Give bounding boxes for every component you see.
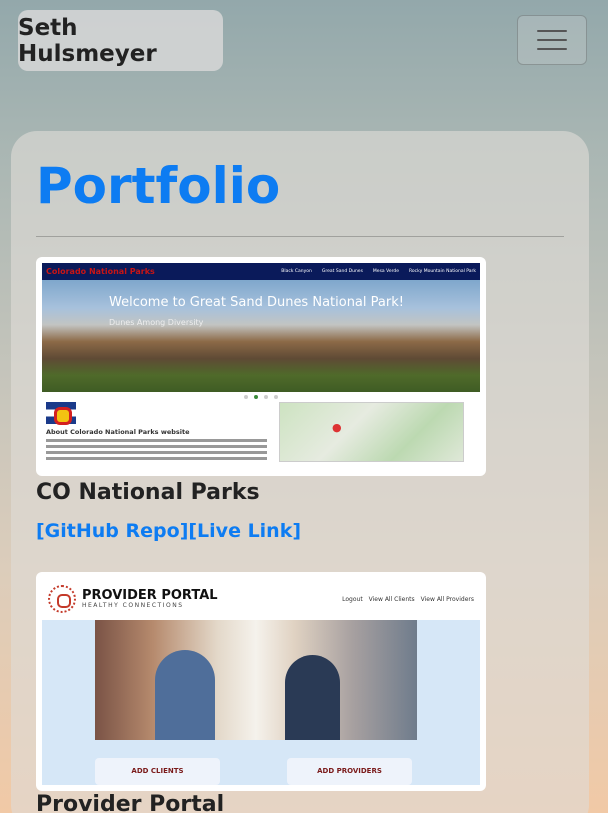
screenshot-carousel-dots (42, 392, 480, 402)
project-title: CO National Parks (36, 480, 260, 505)
screenshot-hero-photo (95, 620, 417, 740)
page-title: Portfolio (36, 157, 281, 215)
colorado-flag-icon (46, 402, 76, 425)
screenshot-hero-subheading: Dunes Among Diversity (109, 318, 204, 327)
screenshot-nav-item: Logout (342, 595, 363, 603)
screenshot-hero: ADD CLIENTS ADD PROVIDERS (42, 620, 480, 785)
project-screenshot-co-national-parks: Colorado National Parks Black Canyon Gre… (36, 257, 486, 476)
screenshot-logo-sub: HEALTHY CONNECTIONS (82, 602, 184, 609)
screenshot-nav-item: View All Clients (368, 595, 415, 603)
screenshot-nav-item: Black Canyon (281, 269, 312, 274)
screenshot-header: PROVIDER PORTAL HEALTHY CONNECTIONS Logo… (42, 578, 480, 620)
map-pin-icon: ● (332, 421, 342, 434)
hamburger-menu-icon (537, 30, 567, 32)
screenshot-nav-item: Mesa Verde (372, 269, 399, 274)
screenshot-nav-links: Logout View All Clients View All Provide… (342, 596, 474, 603)
hamburger-menu-icon-bar (537, 39, 567, 41)
screenshot-hero: Welcome to Great Sand Dunes National Par… (42, 280, 480, 392)
navbar: Seth Hulsmeyer (0, 0, 608, 88)
navbar-brand[interactable]: Seth Hulsmeyer (18, 10, 223, 71)
hamburger-menu-icon-bar (537, 48, 567, 50)
screenshot-nav-links: Black Canyon Great Sand Dunes Mesa Verde… (281, 269, 476, 274)
screenshot-navbar: Colorado National Parks Black Canyon Gre… (42, 263, 480, 280)
project-screenshot-provider-portal: PROVIDER PORTAL HEALTHY CONNECTIONS Logo… (36, 572, 486, 791)
project-links: [GitHub Repo][Live Link] (36, 520, 301, 542)
navbar-toggler-button[interactable] (517, 15, 587, 65)
divider (36, 236, 564, 237)
screenshot-add-clients-button: ADD CLIENTS (95, 758, 220, 785)
screenshot-about-heading: About Colorado National Parks website (46, 428, 190, 436)
project-title: Provider Portal (36, 792, 225, 813)
live-link[interactable]: [Live Link] (188, 520, 301, 542)
screenshot-body: About Colorado National Parks website ● (42, 402, 480, 463)
screenshot-add-providers-button: ADD PROVIDERS (287, 758, 412, 785)
screenshot-site-title: Colorado National Parks (46, 267, 155, 276)
screenshot-nav-item: View All Providers (420, 595, 474, 603)
screenshot-hero-heading: Welcome to Great Sand Dunes National Par… (109, 295, 404, 310)
screenshot-nav-item: Rocky Mountain National Park (409, 269, 476, 274)
network-logo-icon (48, 585, 76, 613)
screenshot-map: ● (279, 402, 464, 462)
screenshot-logo-name: PROVIDER PORTAL (82, 588, 218, 603)
github-repo-link[interactable]: [GitHub Repo] (36, 520, 188, 542)
screenshot-nav-item: Great Sand Dunes (321, 269, 363, 274)
screenshot-logo: PROVIDER PORTAL HEALTHY CONNECTIONS (48, 585, 218, 613)
